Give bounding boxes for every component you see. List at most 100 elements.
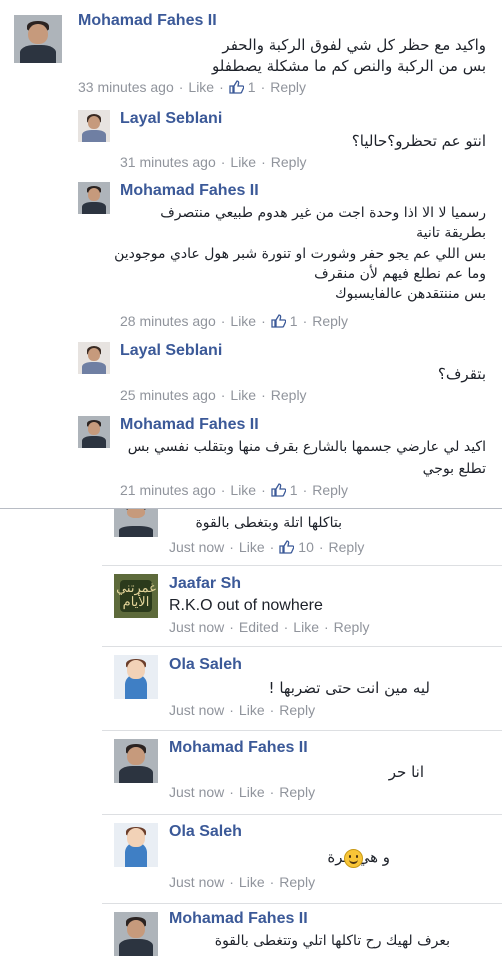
comment-4: Layal Seblani بتقرف؟ 25 minutes ago · Li… <box>0 334 502 406</box>
like-button[interactable]: Like <box>239 874 265 890</box>
avatar[interactable] <box>78 416 110 448</box>
reply-5: Ola Saleh و هي حرة Just now · Like · Rep… <box>0 815 502 903</box>
comment-text-line: بتقرف؟ <box>437 365 486 383</box>
commenter-name[interactable]: Ola Saleh <box>169 656 242 674</box>
comment-meta: Just now · Like · Reply <box>169 874 315 890</box>
timestamp[interactable]: Just now <box>169 784 224 800</box>
like-button[interactable]: Like <box>239 784 265 800</box>
avatar[interactable] <box>114 823 158 867</box>
reply-3: Ola Saleh ليه مين انت حتى تضربها ! Just … <box>0 647 502 730</box>
comment-text-line: بس اللي عم يجو حفر وشورت او تنورة شبر هو… <box>114 246 486 262</box>
commenter-name[interactable]: Mohamad Fahes II <box>120 182 259 200</box>
timestamp[interactable]: 21 minutes ago <box>120 482 216 498</box>
separator: · <box>323 619 329 635</box>
comment-1: Mohamad Fahes II واكيد مع حظر كل شي لفوق… <box>0 0 502 102</box>
like-count[interactable]: 10 <box>298 539 314 555</box>
like-button[interactable]: Like <box>188 79 214 95</box>
reply-button[interactable]: Reply <box>329 539 365 555</box>
reply-button[interactable]: Reply <box>270 79 306 95</box>
comment-text-line: بس مننتقدهن عالفايسبوك <box>335 286 486 302</box>
timestamp[interactable]: 28 minutes ago <box>120 313 216 329</box>
like-button[interactable]: Like <box>239 539 265 555</box>
comment-meta: Just now · Like · Reply <box>169 784 315 800</box>
avatar-calligraphy: غمرتني الأيام <box>116 580 156 612</box>
comment-text-line: بس من الركبة والنص كم ما مشكلة يصطفلو <box>212 57 486 75</box>
commenter-name[interactable]: Layal Seblani <box>120 110 222 128</box>
like-count[interactable]: 1 <box>290 482 298 498</box>
separator: · <box>178 79 184 95</box>
avatar[interactable] <box>78 182 110 214</box>
separator: · <box>219 79 224 95</box>
reply-button[interactable]: Reply <box>279 874 315 890</box>
timestamp[interactable]: Just now <box>169 702 224 718</box>
comment-text-line: ليه مين انت حتى تضربها ! <box>268 679 430 697</box>
separator: · <box>269 784 275 800</box>
separator: · <box>220 387 226 403</box>
comment-text-line: بطريقة تانية <box>416 225 486 241</box>
comment-5: Mohamad Fahes II اكيد لي عارضي جسمها بال… <box>0 406 502 506</box>
commenter-name[interactable]: Layal Seblani <box>120 342 222 360</box>
separator: · <box>229 874 234 890</box>
separator: · <box>302 482 308 498</box>
like-button[interactable]: Like <box>230 387 256 403</box>
avatar[interactable] <box>78 342 110 374</box>
comment-text-line: انتو عم تحظرو؟حاليا؟ <box>351 132 486 150</box>
avatar[interactable]: غمرتني الأيام <box>114 574 158 618</box>
separator: · <box>261 154 266 170</box>
avatar[interactable] <box>114 655 158 699</box>
timestamp[interactable]: Just now <box>169 619 224 635</box>
timestamp[interactable]: 31 minutes ago <box>120 154 216 170</box>
reply-button[interactable]: Reply <box>271 387 307 403</box>
avatar[interactable] <box>114 509 158 537</box>
like-button[interactable]: Like <box>230 482 256 498</box>
commenter-name[interactable]: Mohamad Fahes II <box>169 910 308 928</box>
avatar[interactable] <box>114 739 158 783</box>
separator: · <box>220 313 226 329</box>
commenter-name[interactable]: Mohamad Fahes II <box>120 416 259 434</box>
timestamp[interactable]: 33 minutes ago <box>78 79 174 95</box>
comment-text-line: بعرف لهيك رح تاكلها اتلي وتتغطى بالقوة <box>214 933 450 949</box>
reply-button[interactable]: Reply <box>312 482 348 498</box>
edited-label[interactable]: Edited <box>239 619 279 635</box>
commenter-name[interactable]: Jaafar Sh <box>169 575 241 593</box>
commenter-name[interactable]: Mohamad Fahes II <box>78 12 217 30</box>
timestamp[interactable]: Just now <box>169 539 224 555</box>
reply-button[interactable]: Reply <box>271 154 307 170</box>
comment-text-line: تطلع بوجي <box>422 461 486 477</box>
avatar[interactable] <box>14 15 62 63</box>
like-button[interactable]: Like <box>239 702 265 718</box>
thumbs-up-icon <box>271 314 286 328</box>
like-button[interactable]: Like <box>293 619 319 635</box>
separator: · <box>269 702 275 718</box>
like-count[interactable]: 1 <box>248 79 256 95</box>
like-button[interactable]: Like <box>230 154 256 170</box>
separator: · <box>220 154 226 170</box>
reply-button[interactable]: Reply <box>279 702 315 718</box>
separator: · <box>269 874 275 890</box>
reply-button[interactable]: Reply <box>334 619 370 635</box>
like-count[interactable]: 1 <box>290 313 298 329</box>
reply-button[interactable]: Reply <box>312 313 348 329</box>
separator: · <box>220 482 226 498</box>
thumbs-up-icon <box>271 483 286 497</box>
separator: · <box>283 619 289 635</box>
like-button[interactable]: Like <box>230 313 256 329</box>
timestamp[interactable]: 25 minutes ago <box>120 387 216 403</box>
comment-text-line: R.K.O out of nowhere <box>169 597 323 614</box>
comment-meta: 28 minutes ago · Like · 1 · Reply <box>120 313 348 329</box>
avatar[interactable] <box>78 110 110 142</box>
comment-text-line: انا حر <box>388 763 424 781</box>
avatar[interactable] <box>114 912 158 956</box>
comment-meta: Just now · Like · Reply <box>169 702 315 718</box>
timestamp[interactable]: Just now <box>169 874 224 890</box>
reply-button[interactable]: Reply <box>279 784 315 800</box>
commenter-name[interactable]: Mohamad Fahes II <box>169 739 308 757</box>
thumbs-up-icon <box>229 80 244 94</box>
commenter-name[interactable]: Ola Saleh <box>169 823 242 841</box>
comment-meta: 31 minutes ago · Like · Reply <box>120 154 307 170</box>
smiling-face-emoji <box>344 849 363 868</box>
comment-text-line: واكيد مع حظر كل شي لفوق الركبة والحفر <box>222 36 486 54</box>
comment-2: Layal Seblani انتو عم تحظرو؟حاليا؟ 31 mi… <box>0 102 502 174</box>
comment-meta: Just now · Like · 10 · Reply <box>169 539 364 555</box>
separator: · <box>269 539 275 555</box>
